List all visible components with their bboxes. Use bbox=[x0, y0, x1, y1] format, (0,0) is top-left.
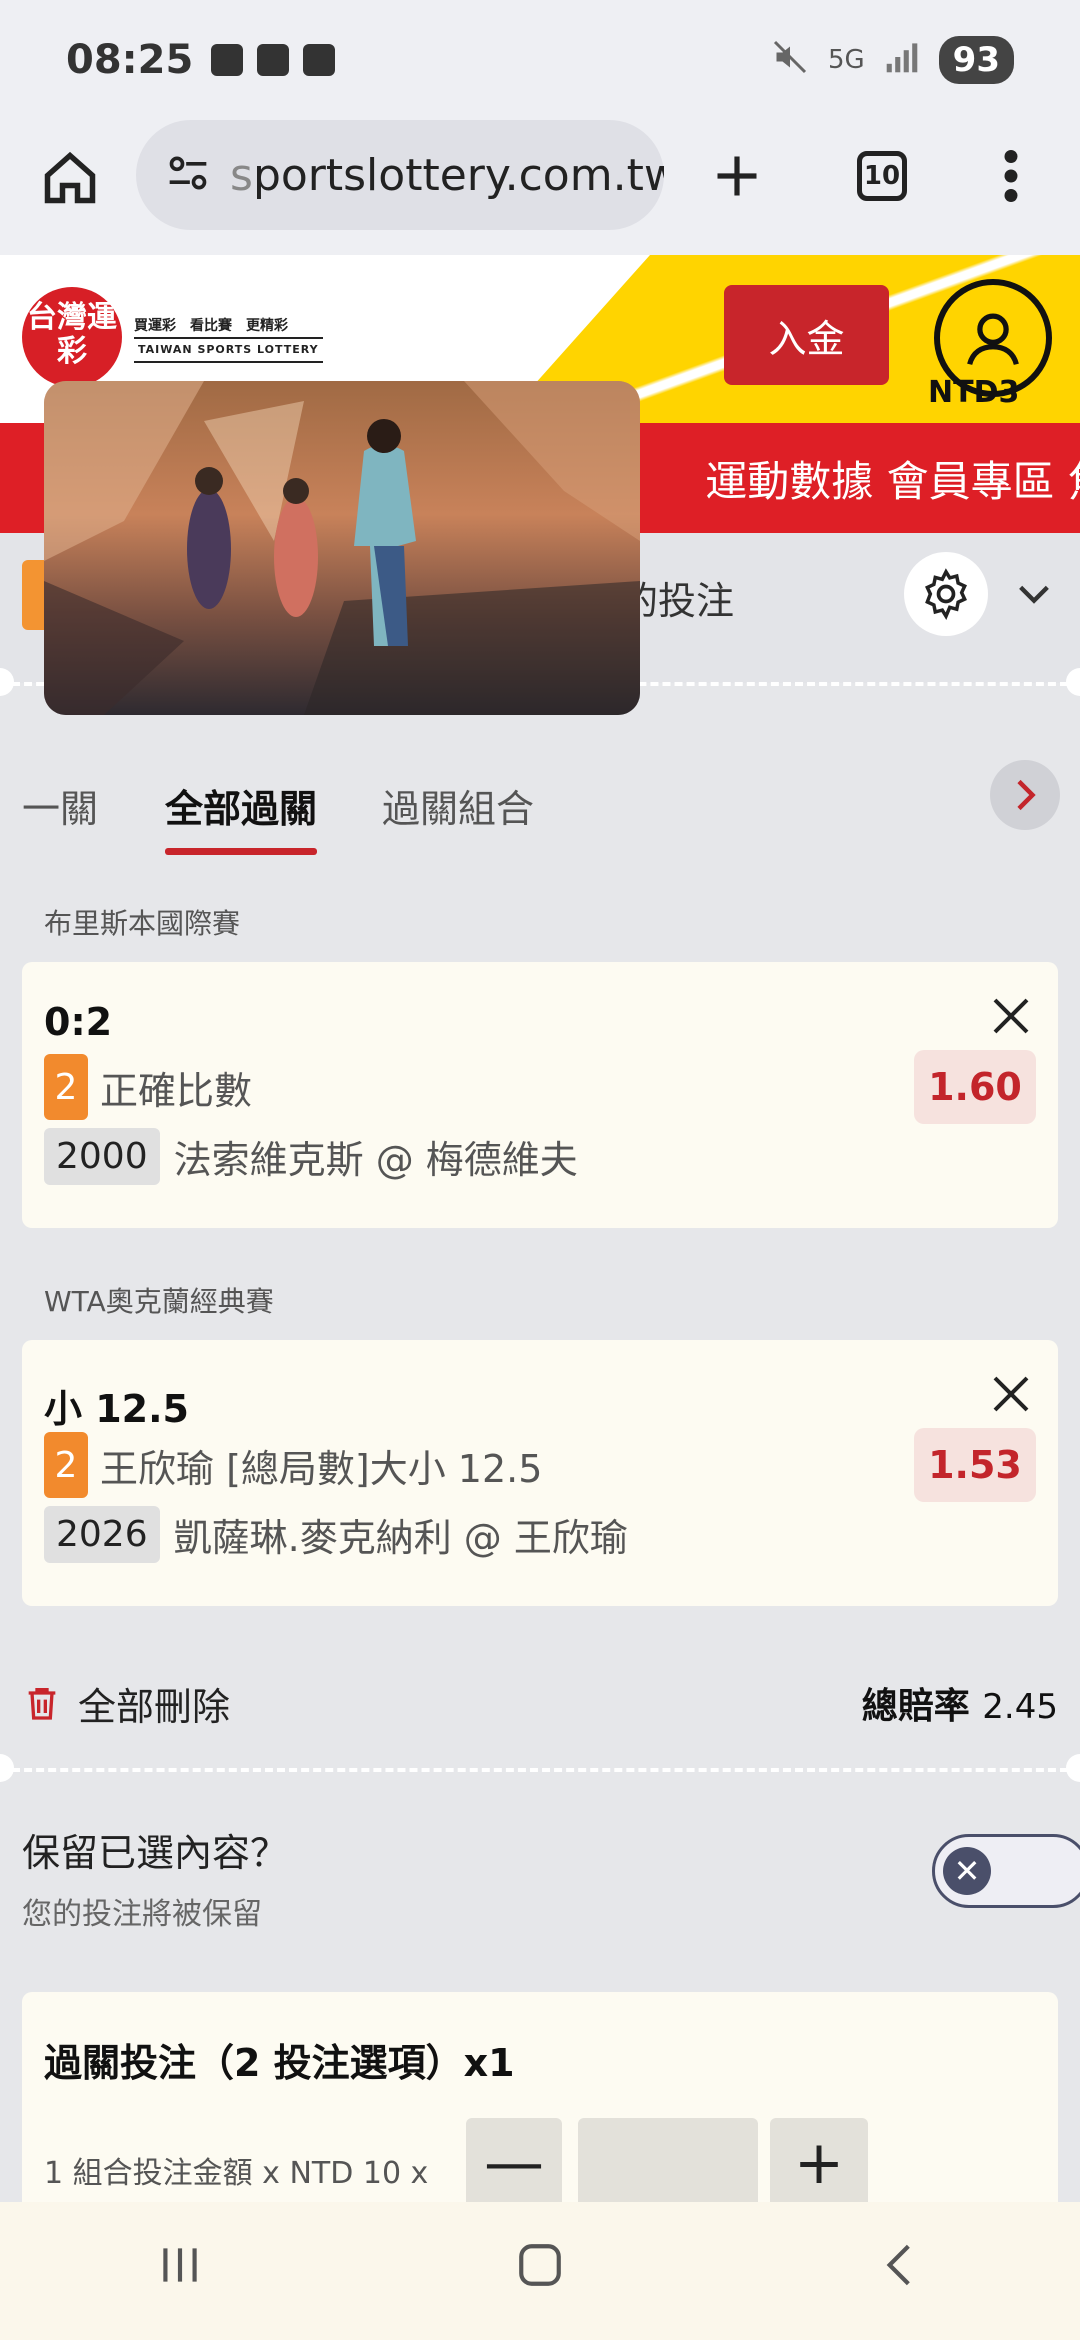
site-settings-icon[interactable] bbox=[166, 151, 210, 199]
match-teams: 凱薩琳.麥克納利 @ 王欣瑜 bbox=[173, 1516, 628, 1560]
more-vert-icon[interactable] bbox=[996, 145, 1026, 207]
match-code: 2000 bbox=[44, 1128, 160, 1185]
wallet-notification-icon bbox=[211, 44, 244, 76]
league-name: WTA奧克蘭經典賽 bbox=[44, 1285, 274, 1318]
increase-button[interactable]: + bbox=[770, 2118, 868, 2208]
match-row: 2000 法索維克斯 @ 梅德維夫 bbox=[44, 1128, 578, 1185]
bet-count-badge: 2 bbox=[44, 1054, 88, 1120]
keep-title: 保留已選內容？ bbox=[22, 1831, 289, 1875]
keep-selections-toggle[interactable]: ✕ bbox=[932, 1834, 1080, 1908]
deposit-button[interactable]: 入金 bbox=[724, 285, 889, 385]
decrease-button[interactable]: — bbox=[466, 2118, 562, 2208]
recent-apps-icon[interactable] bbox=[155, 2239, 205, 2304]
parlay-amount-label: 1 組合投注金額 x NTD 10 x bbox=[44, 2156, 429, 2191]
tab-switcher-button[interactable]: 10 bbox=[852, 145, 912, 207]
ticket-notch bbox=[0, 1754, 14, 1782]
account-balance: NTD3 bbox=[928, 375, 1020, 410]
video-frame bbox=[44, 381, 640, 715]
tab-all-parlay[interactable]: 全部過關 bbox=[165, 778, 318, 855]
selection-pick: 小 12.5 bbox=[44, 1387, 189, 1431]
league-name: 布里斯本國際賽 bbox=[44, 907, 241, 940]
network-label: 5G bbox=[827, 45, 865, 75]
tab-parlay-combo[interactable]: 過關組合 bbox=[382, 778, 534, 833]
logo[interactable]: 台灣運彩 bbox=[22, 287, 122, 387]
market-row: 2 正確比數 bbox=[44, 1054, 252, 1120]
delete-all-button[interactable]: 全部刪除 bbox=[22, 1676, 230, 1731]
selection-card: 小 12.5 2 王欣瑜 [總局數]大小 12.5 2026 凱薩琳.麥克納利 … bbox=[22, 1340, 1058, 1606]
divider bbox=[12, 1768, 1068, 1772]
url-text: sportslottery.com.tw bbox=[230, 150, 664, 201]
match-row: 2026 凱薩琳.麥克納利 @ 王欣瑜 bbox=[44, 1506, 628, 1563]
close-icon: ✕ bbox=[943, 1847, 991, 1895]
signal-icon bbox=[885, 40, 919, 81]
new-tab-button[interactable] bbox=[706, 145, 768, 207]
ticket-notch bbox=[1066, 1754, 1080, 1782]
home-button-icon[interactable] bbox=[515, 2239, 565, 2304]
battery-level: 93 bbox=[938, 36, 1014, 84]
logo-tagline: 買運彩 看比賽 更精彩 TAIWAN SPORTS LOTTERY bbox=[134, 315, 323, 363]
trash-icon bbox=[28, 1688, 56, 1720]
bet-type-tabs: 一關 全部過關 過關組合 bbox=[0, 760, 1080, 860]
market-name: 正確比數 bbox=[100, 1068, 253, 1113]
total-odds: 總賠率 2.45 bbox=[861, 1686, 1058, 1727]
odds-value: 1.53 bbox=[914, 1428, 1036, 1502]
market-row: 2 王欣瑜 [總局數]大小 12.5 bbox=[44, 1432, 542, 1498]
chevron-right-icon[interactable] bbox=[990, 760, 1060, 830]
address-bar[interactable]: sportslottery.com.tw bbox=[136, 120, 664, 230]
video-pip[interactable] bbox=[44, 381, 640, 715]
home-icon[interactable] bbox=[40, 148, 100, 208]
gear-icon[interactable] bbox=[904, 552, 988, 636]
url-domain: portslottery.com.tw bbox=[252, 149, 664, 201]
match-code: 2026 bbox=[44, 1506, 160, 1563]
keep-subtitle: 您的投注將被保留 bbox=[22, 1897, 262, 1932]
mute-icon bbox=[772, 39, 808, 82]
selection-card: 0:2 2 正確比數 2000 法索維克斯 @ 梅德維夫 1.60 bbox=[22, 962, 1058, 1228]
market-name: 王欣瑜 [總局數]大小 12.5 bbox=[100, 1446, 543, 1491]
chevron-down-icon[interactable] bbox=[1014, 574, 1054, 618]
status-bar: 08:25 5G 93 bbox=[0, 0, 1080, 120]
bet-count-badge: 2 bbox=[44, 1432, 88, 1498]
system-nav-bar bbox=[0, 2202, 1080, 2340]
tab-count: 10 bbox=[857, 151, 907, 201]
close-icon[interactable] bbox=[987, 1370, 1035, 1418]
slip-summary-row: 全部刪除 總賠率 2.45 bbox=[22, 1668, 1058, 1738]
clock: 08:25 bbox=[66, 37, 194, 83]
amount-input[interactable] bbox=[578, 2118, 758, 2208]
message-notification-icon bbox=[257, 44, 290, 76]
check-notification-icon bbox=[303, 44, 336, 76]
back-icon[interactable] bbox=[875, 2239, 925, 2304]
nav-items[interactable]: 運動數據 會員專區 焦 bbox=[705, 448, 1080, 509]
keep-selections: 保留已選內容？ 您的投注將被保留 bbox=[22, 1822, 288, 1933]
odds-value: 1.60 bbox=[914, 1050, 1036, 1124]
parlay-title: 過關投注（2 投注選項）x1 bbox=[44, 2041, 515, 2085]
plus-icon bbox=[717, 156, 757, 196]
tab-single[interactable]: 一關 bbox=[22, 778, 98, 833]
url-prefix: s bbox=[230, 149, 253, 201]
selection-pick: 0:2 bbox=[44, 1000, 113, 1044]
close-icon[interactable] bbox=[987, 992, 1035, 1040]
match-teams: 法索維克斯 @ 梅德維夫 bbox=[173, 1138, 578, 1182]
